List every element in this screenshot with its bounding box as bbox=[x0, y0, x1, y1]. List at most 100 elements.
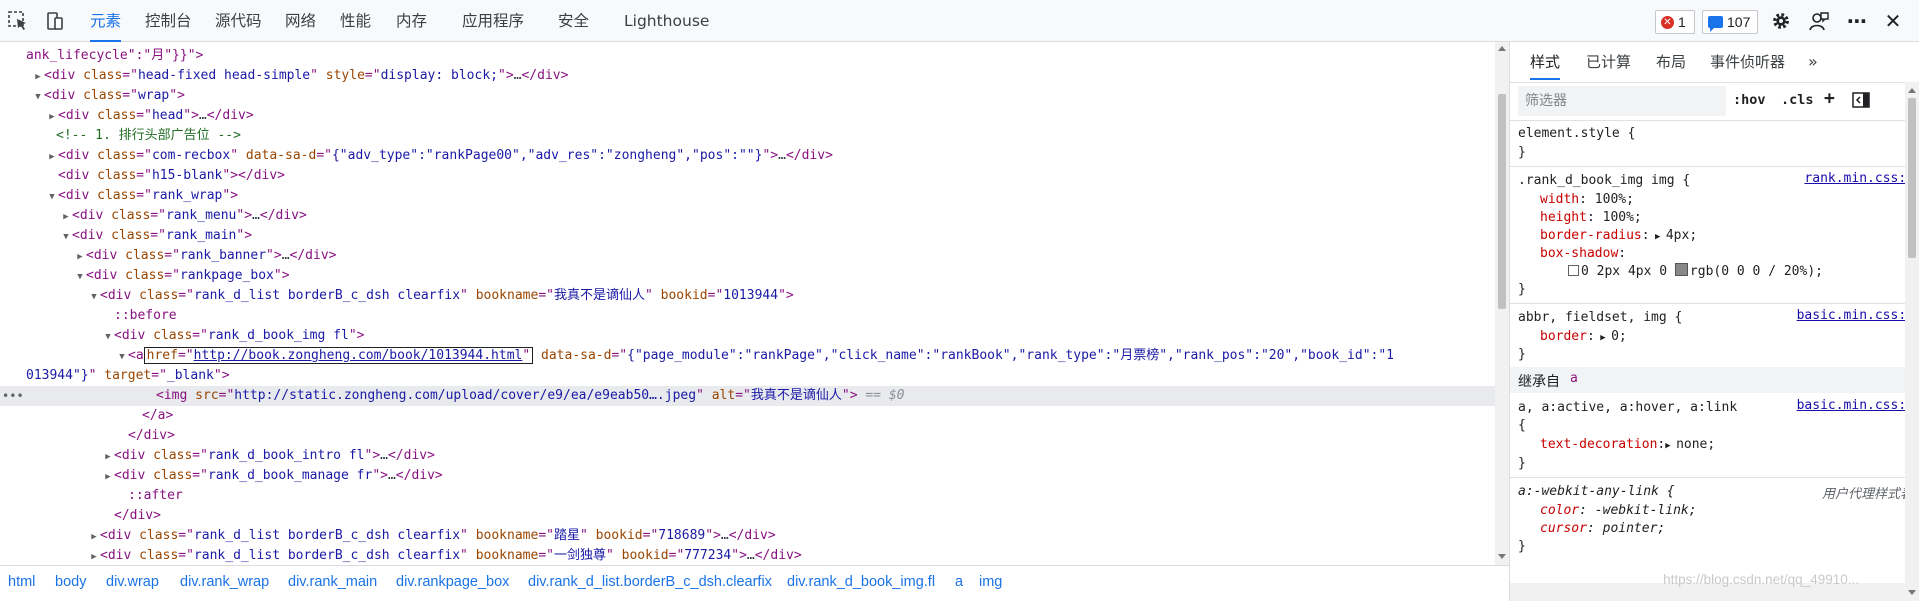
rule1-prop-height[interactable]: height: 100%; bbox=[1540, 208, 1642, 227]
collapse-triangle-icon: ▼ bbox=[77, 272, 83, 282]
dom-node-row[interactable]: 013944"}" target="_blank"> bbox=[0, 366, 1495, 386]
hov-button[interactable]: :hov bbox=[1733, 92, 1766, 108]
dom-node-row[interactable]: ▶ <div class="head">…</div> bbox=[0, 106, 1495, 126]
tab-security[interactable]: 安全 bbox=[558, 0, 589, 42]
expand-triangle-icon: ▶ bbox=[49, 152, 55, 162]
crumb-div-rank-wrap[interactable]: div.rank_wrap bbox=[180, 574, 269, 590]
user-agent-stylesheet-label: 用户代理样式表 bbox=[1821, 487, 1913, 502]
crumb-img[interactable]: img bbox=[979, 574, 1002, 590]
rule1-prop-box-shadow[interactable]: box-shadow: bbox=[1540, 244, 1626, 263]
dom-node-row[interactable]: ::before bbox=[0, 306, 1495, 326]
scroll-down-icon[interactable] bbox=[1498, 554, 1506, 559]
more-tabs-icon[interactable]: » bbox=[1808, 42, 1818, 82]
expand-triangle-icon: ▶ bbox=[35, 72, 41, 82]
tab-styles[interactable]: 样式 bbox=[1530, 42, 1561, 82]
dom-node-row[interactable]: ▶ <div class="rank_menu">…</div> bbox=[0, 206, 1495, 226]
dom-node-row[interactable]: ▶ <div class="rank_d_list borderB_c_dsh c… bbox=[0, 546, 1495, 565]
errors-count: 1 bbox=[1678, 14, 1686, 30]
tab-memory[interactable]: 内存 bbox=[396, 0, 427, 42]
dom-node-row[interactable]: <div class="h15-blank"></div> bbox=[0, 166, 1495, 186]
dom-node-row[interactable]: ••• <img src="http://static.zongheng.com/… bbox=[0, 386, 1495, 406]
rule3-source-link[interactable]: basic.min.css:2 bbox=[1797, 398, 1914, 413]
dom-node-row[interactable]: ▶ <div class="rank_banner">…</div> bbox=[0, 246, 1495, 266]
styles-scroll-thumb[interactable] bbox=[1908, 98, 1916, 258]
dom-node-row[interactable]: ▶ <div class="head-fixed head-simple" sty… bbox=[0, 66, 1495, 86]
rule3-selector[interactable]: a, a:active, a:hover, a:link bbox=[1518, 398, 1737, 417]
gear-icon[interactable] bbox=[1768, 8, 1794, 34]
tab-lighthouse[interactable]: Lighthouse bbox=[624, 0, 709, 42]
dom-node-row[interactable]: ▶ <div class="com-recbox" data-sa-d="{"ad… bbox=[0, 146, 1495, 166]
dom-node-row[interactable]: </div> bbox=[0, 506, 1495, 526]
device-toolbar-icon[interactable] bbox=[42, 8, 68, 34]
more-options-icon[interactable]: ⋯ bbox=[1844, 8, 1870, 34]
rule1-prop-width[interactable]: width: 100%; bbox=[1540, 190, 1634, 209]
dom-node-row[interactable]: </a> bbox=[0, 406, 1495, 426]
ua-prop-color: color: -webkit-link; bbox=[1540, 503, 1697, 518]
expand-triangle-icon: ▶ bbox=[49, 112, 55, 122]
tab-application[interactable]: 应用程序 bbox=[462, 0, 524, 42]
scroll-thumb[interactable] bbox=[1498, 94, 1506, 309]
new-style-rule-icon[interactable]: + bbox=[1824, 88, 1835, 109]
tab-sources[interactable]: 源代码 bbox=[215, 0, 262, 42]
rule1-box-shadow-value[interactable]: 0 2px 4px 0 rgb(0 0 0 / 20%); bbox=[1568, 262, 1823, 281]
rule2-prop-border[interactable]: border: ▶ 0; bbox=[1540, 327, 1627, 346]
styles-scrollbar[interactable] bbox=[1905, 82, 1919, 601]
dom-node-row[interactable]: ▶ <div class="rank_d_book_manage fr">…</d… bbox=[0, 466, 1495, 486]
devtools-toolbar: 元素 控制台 源代码 网络 性能 内存 应用程序 安全 Lighthouse ✕… bbox=[0, 0, 1919, 42]
tab-elements[interactable]: 元素 bbox=[90, 0, 122, 42]
dom-node-row[interactable]: ▼ <a href="http://book.zongheng.com/book/1… bbox=[0, 346, 1495, 366]
crumb-a[interactable]: a bbox=[955, 574, 963, 590]
crumb-div-wrap[interactable]: div.wrap bbox=[106, 574, 159, 590]
rule-close-brace: } bbox=[1518, 145, 1526, 160]
tab-console[interactable]: 控制台 bbox=[145, 0, 192, 42]
dom-node-row[interactable]: ▼ <div class="rank_main"> bbox=[0, 226, 1495, 246]
crumb-div-rank-d-list[interactable]: div.rank_d_list.borderB_c_dsh.clearfix bbox=[528, 574, 772, 590]
rule1-selector[interactable]: .rank_d_book_img img { bbox=[1518, 171, 1690, 190]
crumb-body[interactable]: body bbox=[55, 574, 86, 590]
dom-node-row[interactable]: <!-- 1. 排行头部广告位 --> bbox=[0, 126, 1495, 146]
color-swatch-icon[interactable] bbox=[1674, 263, 1688, 276]
rule2-selector[interactable]: abbr, fieldset, img { bbox=[1518, 308, 1682, 327]
dom-node-row[interactable]: ▼ <div class="rank_d_book_img fl"> bbox=[0, 326, 1495, 346]
shadow-editor-icon[interactable] bbox=[1568, 265, 1579, 276]
feedback-icon[interactable] bbox=[1806, 8, 1832, 34]
messages-badge[interactable]: 107 bbox=[1702, 10, 1758, 34]
toggle-sidebar-icon[interactable] bbox=[1852, 91, 1870, 113]
dom-node-row[interactable]: ▶ <div class="rank_d_list borderB_c_dsh c… bbox=[0, 526, 1495, 546]
error-icon: ✕ bbox=[1661, 15, 1674, 29]
dom-node-row[interactable]: ▼ <div class="rank_d_list borderB_c_dsh c… bbox=[0, 286, 1495, 306]
dom-node-row[interactable]: ▼ <div class="rankpage_box"> bbox=[0, 266, 1495, 286]
dom-node-row[interactable]: ::after bbox=[0, 486, 1495, 506]
crumb-div-rankpage-box[interactable]: div.rankpage_box bbox=[396, 574, 509, 590]
dom-node-row[interactable]: ▶ <div class="rank_d_book_intro fl">…</di… bbox=[0, 446, 1495, 466]
dom-node-row[interactable]: ▼ <div class="wrap"> bbox=[0, 86, 1495, 106]
cls-button[interactable]: .cls bbox=[1781, 92, 1814, 108]
rule3-prop-text-decoration[interactable]: text-decoration:▶ none; bbox=[1540, 435, 1715, 454]
element-style-selector[interactable]: element.style { bbox=[1518, 124, 1635, 143]
rule2-source-link[interactable]: basic.min.css:2 bbox=[1797, 308, 1914, 323]
tab-network[interactable]: 网络 bbox=[285, 0, 316, 42]
dom-node-row[interactable]: ank_lifecycle":"月"}}"> bbox=[0, 46, 1495, 66]
scroll-up-icon[interactable] bbox=[1498, 46, 1506, 51]
dom-node-row[interactable]: </div> bbox=[0, 426, 1495, 446]
tab-performance[interactable]: 性能 bbox=[340, 0, 371, 42]
dom-node-row[interactable]: ▼ <div class="rank_wrap"> bbox=[0, 186, 1495, 206]
tab-computed[interactable]: 已计算 bbox=[1586, 42, 1631, 82]
expand-triangle-icon: ▶ bbox=[91, 532, 97, 542]
inherited-from-link[interactable]: a bbox=[1570, 371, 1578, 386]
rule1-source-link[interactable]: rank.min.css:2 bbox=[1804, 171, 1914, 186]
crumb-html[interactable]: html bbox=[8, 574, 35, 590]
dom-scrollbar[interactable] bbox=[1495, 42, 1509, 565]
crumb-div-rank-d-book-img[interactable]: div.rank_d_book_img.fl bbox=[787, 574, 935, 590]
errors-badge[interactable]: ✕ 1 bbox=[1655, 10, 1695, 34]
crumb-div-rank-main[interactable]: div.rank_main bbox=[288, 574, 377, 590]
filter-input[interactable]: 筛选器 bbox=[1518, 86, 1726, 116]
close-icon[interactable]: ✕ bbox=[1880, 8, 1906, 34]
messages-count: 107 bbox=[1727, 14, 1751, 30]
expand-triangle-icon: ▶ bbox=[105, 472, 111, 482]
tab-event-listeners[interactable]: 事件侦听器 bbox=[1710, 42, 1785, 82]
rule1-prop-border-radius[interactable]: border-radius: ▶ 4px; bbox=[1540, 226, 1697, 245]
inspect-element-icon[interactable] bbox=[5, 8, 31, 34]
collapse-triangle-icon: ▼ bbox=[105, 332, 111, 342]
tab-layout[interactable]: 布局 bbox=[1656, 42, 1686, 82]
